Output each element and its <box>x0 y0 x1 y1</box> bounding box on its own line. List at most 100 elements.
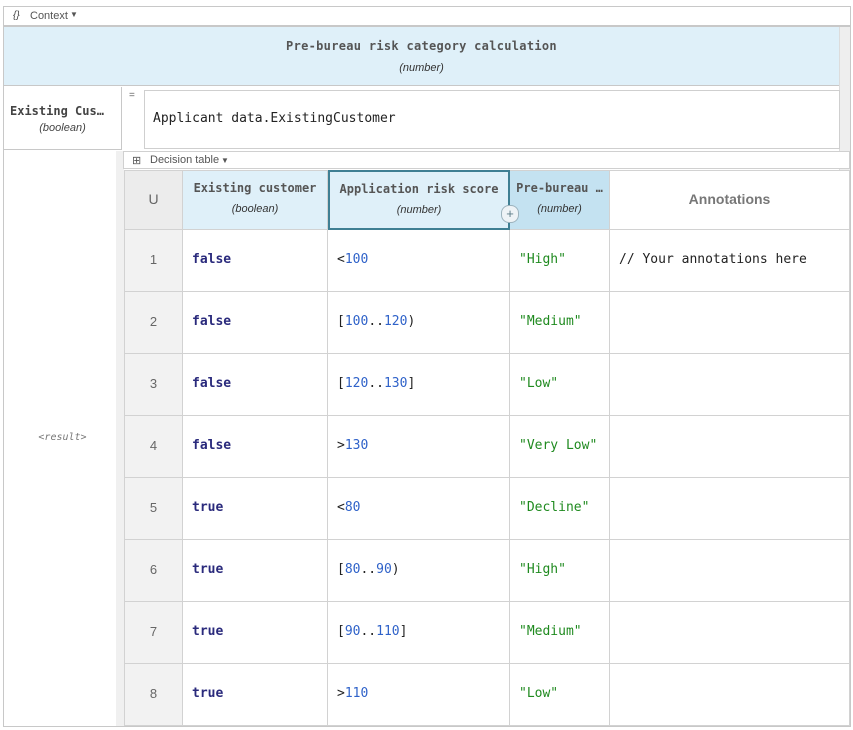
column-type: (number) <box>537 203 582 215</box>
context-header[interactable]: Pre-bureau risk category calculation (nu… <box>4 27 839 86</box>
annotation-cell[interactable] <box>610 540 850 602</box>
annotation-cell[interactable] <box>610 292 850 354</box>
annotation-cell[interactable]: // Your annotations here <box>610 230 850 292</box>
row-number-cell[interactable]: 6 <box>124 540 183 602</box>
cell-value: true <box>192 624 224 639</box>
output-cell[interactable]: "High" <box>510 540 610 602</box>
context-entry-name[interactable]: Existing Cus… (boolean) <box>4 87 122 150</box>
cell-value: "Medium" <box>519 314 582 329</box>
cell-value: "Low" <box>519 686 559 701</box>
annotation-cell[interactable] <box>610 478 850 540</box>
row-number: 4 <box>149 438 158 453</box>
cell-value: [120..130] <box>337 376 416 391</box>
annotation-cell[interactable] <box>610 664 850 726</box>
output-cell[interactable]: "High" <box>510 230 610 292</box>
row-number-cell[interactable]: 4 <box>124 416 183 478</box>
entry-expression-text: Applicant data.ExistingCustomer <box>153 111 396 126</box>
column-name: Application risk score <box>339 182 499 196</box>
cell-value: >130 <box>337 438 369 453</box>
entry-expression-type[interactable]: = <box>122 87 144 150</box>
cell-value: "High" <box>519 252 566 267</box>
input-cell-existing-customer[interactable]: false <box>183 292 328 354</box>
entry-type-label: (boolean) <box>39 122 86 134</box>
annotation-cell[interactable] <box>610 354 850 416</box>
decision-table-selector[interactable]: ⊞ Decision table ▼ <box>123 151 850 169</box>
input-column-header[interactable]: Application risk score (number) <box>328 170 510 230</box>
result-label: <result> <box>38 432 87 443</box>
column-name: Pre-bureau … <box>516 181 603 195</box>
context-title: Pre-bureau risk category calculation <box>286 39 557 53</box>
row-number-cell[interactable]: 8 <box>124 664 183 726</box>
output-cell[interactable]: "Very Low" <box>510 416 610 478</box>
output-cell[interactable]: "Medium" <box>510 292 610 354</box>
input-cell-risk-score[interactable]: <80 <box>328 478 510 540</box>
entry-expression-editor[interactable]: Applicant data.ExistingCustomer <box>144 90 840 149</box>
context-selector[interactable]: {} Context ▼ <box>3 6 851 26</box>
row-number: 1 <box>149 252 158 267</box>
input-cell-risk-score[interactable]: [90..110] <box>328 602 510 664</box>
context-icon: {} <box>13 10 20 21</box>
entry-name-label: Existing Cus… <box>10 104 104 118</box>
literal-expression-icon: = <box>129 90 135 101</box>
cell-value: false <box>192 252 232 267</box>
output-cell[interactable]: "Low" <box>510 354 610 416</box>
input-cell-existing-customer[interactable]: true <box>183 540 328 602</box>
column-type: (number) <box>396 204 442 216</box>
input-cell-risk-score[interactable]: >110 <box>328 664 510 726</box>
input-cell-risk-score[interactable]: <100 <box>328 230 510 292</box>
row-number-cell[interactable]: 3 <box>124 354 183 416</box>
cell-value: true <box>192 562 224 577</box>
input-cell-existing-customer[interactable]: false <box>183 230 328 292</box>
cell-value: false <box>192 376 232 391</box>
cell-value: [100..120) <box>337 314 416 329</box>
input-cell-risk-score[interactable]: [120..130] <box>328 354 510 416</box>
input-cell-risk-score[interactable]: [80..90) <box>328 540 510 602</box>
output-column-header[interactable]: Pre-bureau … (number) <box>510 170 610 230</box>
cell-value: <100 <box>337 252 369 267</box>
row-number-cell[interactable]: 1 <box>124 230 183 292</box>
output-cell[interactable]: "Medium" <box>510 602 610 664</box>
row-number-cell[interactable]: 2 <box>124 292 183 354</box>
chevron-down-icon: ▼ <box>221 156 229 165</box>
row-number: 8 <box>149 686 158 701</box>
input-cell-existing-customer[interactable]: true <box>183 664 328 726</box>
output-cell[interactable]: "Decline" <box>510 478 610 540</box>
add-column-icon[interactable]: + <box>501 205 519 223</box>
row-number-cell[interactable]: 7 <box>124 602 183 664</box>
row-number: 3 <box>149 376 158 391</box>
row-number: 6 <box>149 562 158 577</box>
resize-gutter[interactable] <box>116 151 124 726</box>
cell-value: "Medium" <box>519 624 582 639</box>
hit-policy-cell[interactable]: U <box>124 170 183 230</box>
cell-value: <80 <box>337 500 361 515</box>
chevron-down-icon: ▼ <box>70 10 78 19</box>
column-type: (boolean) <box>231 203 279 215</box>
input-cell-existing-customer[interactable]: false <box>183 416 328 478</box>
column-name: Annotations <box>688 191 771 207</box>
cell-value: false <box>192 314 232 329</box>
input-cell-existing-customer[interactable]: false <box>183 354 328 416</box>
input-cell-existing-customer[interactable]: true <box>183 602 328 664</box>
cell-value: true <box>192 500 224 515</box>
input-cell-existing-customer[interactable]: true <box>183 478 328 540</box>
input-column-header[interactable]: Existing customer (boolean) <box>183 170 328 230</box>
cell-value: true <box>192 686 224 701</box>
context-type: (number) <box>399 62 444 74</box>
annotation-cell[interactable] <box>610 602 850 664</box>
annotation-cell[interactable] <box>610 416 850 478</box>
annotations-header[interactable]: Annotations <box>610 170 850 230</box>
input-cell-risk-score[interactable]: >130 <box>328 416 510 478</box>
cell-value: "Low" <box>519 376 559 391</box>
annotation-text: // Your annotations here <box>619 252 807 267</box>
output-cell[interactable]: "Low" <box>510 664 610 726</box>
input-cell-risk-score[interactable]: [100..120) <box>328 292 510 354</box>
cell-value: [90..110] <box>337 624 408 639</box>
cell-value: "High" <box>519 562 566 577</box>
row-number-cell[interactable]: 5 <box>124 478 183 540</box>
hit-policy-label: U <box>148 191 159 207</box>
cell-value: false <box>192 438 232 453</box>
decision-table-label: Decision table <box>150 154 220 166</box>
result-column[interactable]: <result> <box>4 151 122 726</box>
table-icon: ⊞ <box>132 155 142 167</box>
row-number: 2 <box>149 314 158 329</box>
